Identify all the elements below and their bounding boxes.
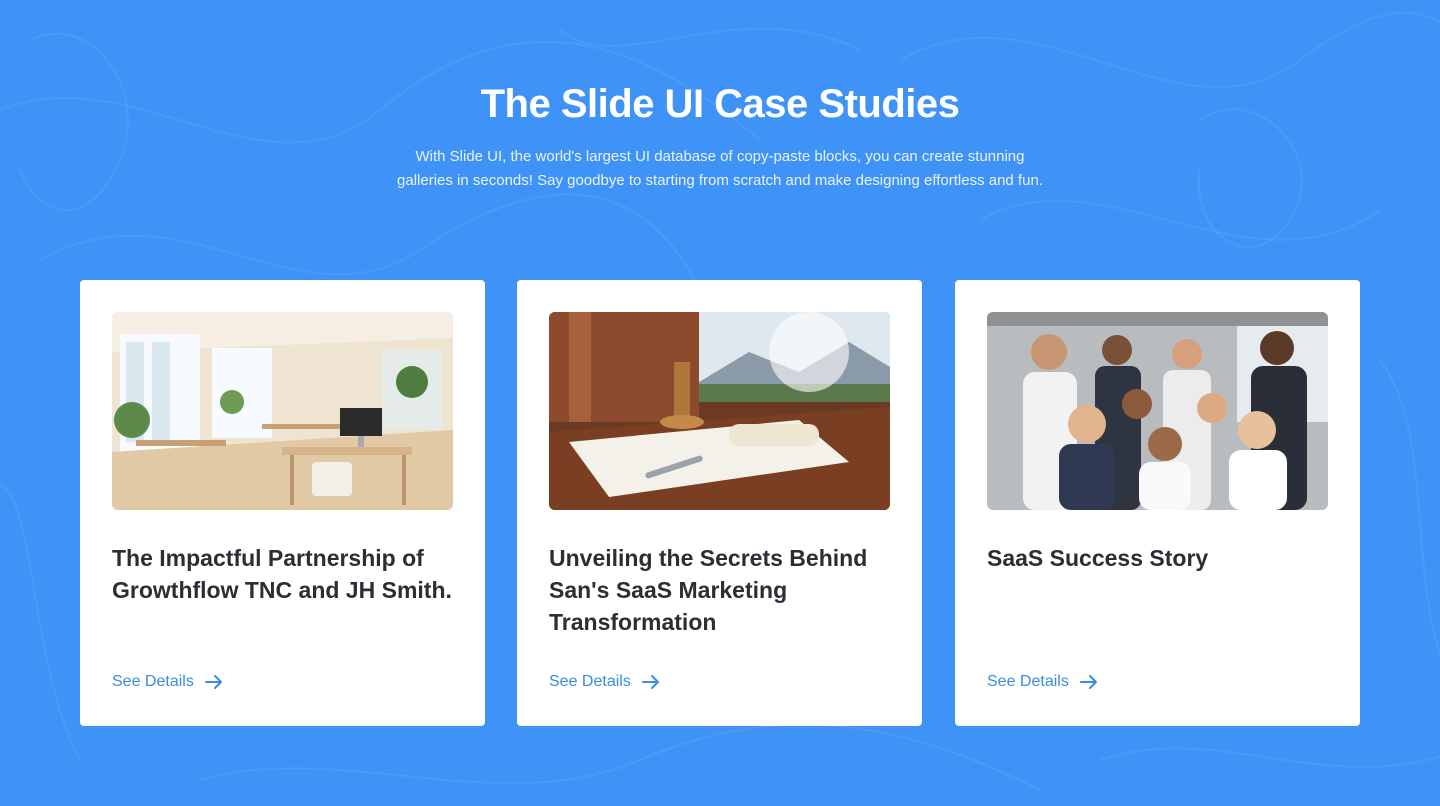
desk-documents-photo bbox=[549, 312, 890, 510]
case-study-card: The Impactful Partnership of Growthflow … bbox=[80, 280, 485, 726]
see-details-label: See Details bbox=[549, 673, 631, 690]
see-details-link[interactable]: See Details bbox=[549, 671, 661, 693]
card-title: Unveiling the Secrets Behind San's SaaS … bbox=[549, 545, 868, 635]
card-title: SaaS Success Story bbox=[987, 545, 1209, 571]
see-details-link[interactable]: See Details bbox=[987, 671, 1099, 693]
team-group-photo bbox=[987, 312, 1328, 510]
arrow-right-icon bbox=[204, 675, 222, 689]
see-details-label: See Details bbox=[112, 673, 194, 690]
arrow-right-icon bbox=[641, 675, 659, 689]
case-study-card: Unveiling the Secrets Behind San's SaaS … bbox=[517, 280, 922, 726]
see-details-label: See Details bbox=[987, 673, 1069, 690]
office-interior-photo bbox=[112, 312, 453, 510]
case-studies-section: The Slide UI Case Studies With Slide UI,… bbox=[0, 0, 1440, 806]
card-title: The Impactful Partnership of Growthflow … bbox=[112, 545, 452, 603]
arrow-right-icon bbox=[1079, 675, 1097, 689]
case-study-card: SaaS Success Story See Details bbox=[955, 280, 1360, 726]
section-title: The Slide UI Case Studies bbox=[480, 82, 960, 126]
section-subtitle: With Slide UI, the world's largest UI da… bbox=[397, 148, 1043, 189]
see-details-link[interactable]: See Details bbox=[112, 671, 224, 693]
